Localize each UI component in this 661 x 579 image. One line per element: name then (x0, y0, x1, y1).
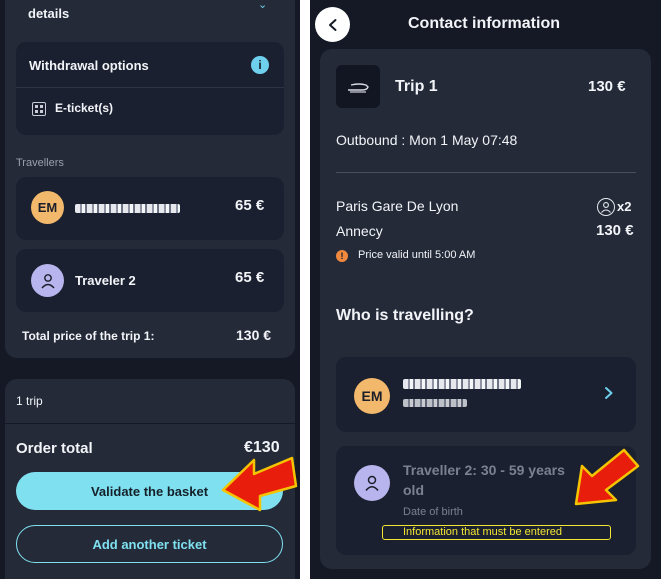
divider (5, 423, 295, 424)
warning-icon: ! (336, 250, 348, 262)
origin-station: Paris Gare De Lyon (336, 198, 459, 214)
outbound-info: Outbound : Mon 1 May 07:48 (336, 132, 518, 148)
avatar: EM (354, 378, 390, 414)
who-travelling-heading: Who is travelling? (336, 307, 474, 324)
divider (336, 172, 636, 173)
train-icon (336, 65, 380, 108)
withdrawal-options-card: Withdrawal options i E-ticket(s) (16, 42, 284, 135)
contact-information-screen: Contact information Trip 1 130 € Outboun… (310, 0, 661, 579)
avatar: EM (31, 191, 64, 224)
trip-price: 130 € (588, 78, 626, 95)
passenger-count: x2 (617, 199, 632, 214)
basket-screen: details ⌄ Withdrawal options i E-ticket(… (0, 0, 300, 579)
destination-station: Annecy (336, 223, 383, 239)
order-total-label: Order total (16, 440, 93, 457)
required-info-note: Information that must be entered (403, 526, 562, 538)
trip-total-label: Total price of the trip 1: (22, 329, 155, 343)
segment-price: 130 € (596, 222, 634, 239)
withdrawal-options-label: Withdrawal options (29, 58, 149, 73)
trip-label: Trip 1 (395, 78, 438, 95)
page-title: Contact information (408, 15, 560, 32)
chevron-left-icon (328, 18, 336, 31)
traveller-row-1[interactable]: EM 65 € (16, 177, 284, 240)
traveller-2-description-cont: old (403, 482, 424, 498)
red-arrow-annotation (574, 448, 640, 506)
traveller-price: 65 € (235, 197, 265, 214)
add-another-ticket-button[interactable]: Add another ticket (16, 525, 283, 563)
info-icon[interactable]: i (251, 56, 269, 74)
trip-summary-card: details ⌄ Withdrawal options i E-ticket(… (5, 0, 295, 358)
traveller-price: 65 € (235, 269, 265, 286)
eticket-label: E-ticket(s) (55, 101, 114, 115)
date-of-birth-label: Date of birth (403, 506, 463, 518)
back-button[interactable] (315, 7, 350, 42)
redacted-traveller-name (75, 204, 180, 213)
divider (16, 87, 284, 88)
travellers-heading: Travellers (16, 157, 64, 169)
red-arrow-annotation (221, 456, 298, 512)
traveller-name: Traveler 2 (75, 273, 136, 288)
chevron-right-icon (605, 387, 613, 399)
traveller-card-1[interactable]: EM (336, 357, 636, 432)
person-icon (354, 465, 390, 501)
traveller-row-2[interactable]: Traveler 2 65 € (16, 249, 284, 312)
qr-code-icon (32, 102, 46, 116)
price-validity: Price valid until 5:00 AM (358, 249, 476, 261)
details-label: details (28, 6, 70, 21)
trip-count: 1 trip (16, 394, 43, 408)
person-icon (597, 198, 615, 216)
traveller-2-description: Traveller 2: 30 - 59 years (403, 462, 565, 478)
trip-total-value: 130 € (236, 327, 272, 343)
details-chevron-icon[interactable]: ⌄ (258, 0, 267, 11)
person-icon (31, 264, 64, 297)
redacted-birth-date (403, 399, 467, 407)
redacted-traveller-name (403, 379, 521, 389)
